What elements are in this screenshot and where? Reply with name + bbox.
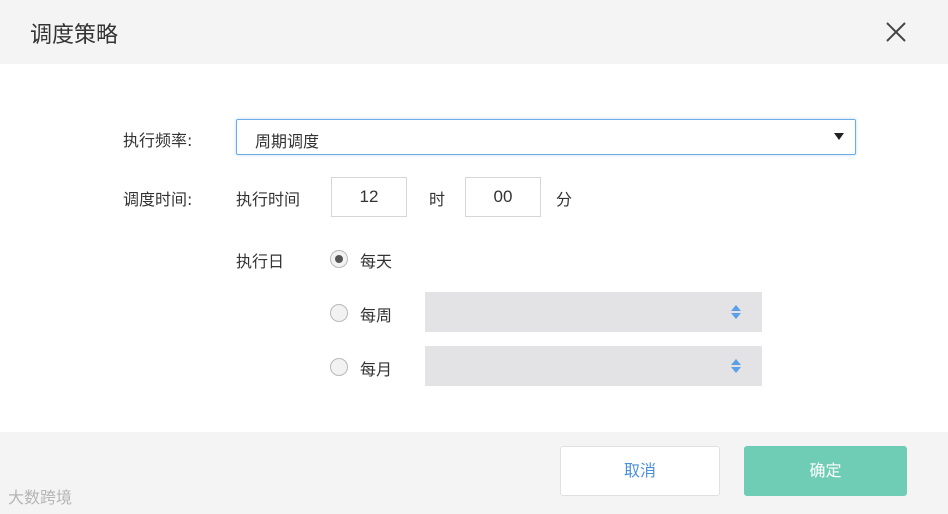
close-icon[interactable] [880,16,912,48]
hour-input[interactable]: 12 [331,177,407,217]
minute-input[interactable]: 00 [465,177,541,217]
radio-weekly-label[interactable]: 每周 [360,302,392,326]
radio-selected-dot [335,255,343,263]
hour-unit-label: 时 [429,190,446,209]
weekly-day-select[interactable] [425,292,762,332]
minute-unit-label: 分 [556,190,573,209]
confirm-button[interactable]: 确定 [744,446,907,496]
frequency-label: 执行频率: [123,131,193,150]
radio-daily-label[interactable]: 每天 [360,248,392,272]
monthly-day-select[interactable] [425,346,762,386]
exec-day-label: 执行日 [236,252,285,271]
radio-daily[interactable] [330,250,348,268]
watermark-logo: 大数跨境 [8,484,72,508]
dialog-title: 调度策略 [30,23,119,48]
sort-arrows-icon [731,359,741,373]
dialog-header: 调度策略 [0,0,948,64]
cancel-button[interactable]: 取消 [560,446,720,496]
watermark-text: 大数跨境 [8,488,73,507]
sort-arrows-icon [731,305,741,319]
caret-down-icon [834,133,844,140]
radio-monthly[interactable] [330,358,348,376]
radio-weekly[interactable] [330,304,348,322]
frequency-select[interactable]: 周期调度 [236,119,856,155]
exec-time-label: 执行时间 [236,190,301,209]
frequency-selected-value: 周期调度 [255,132,320,151]
schedule-time-label: 调度时间: [123,190,193,209]
radio-monthly-label[interactable]: 每月 [360,356,392,380]
